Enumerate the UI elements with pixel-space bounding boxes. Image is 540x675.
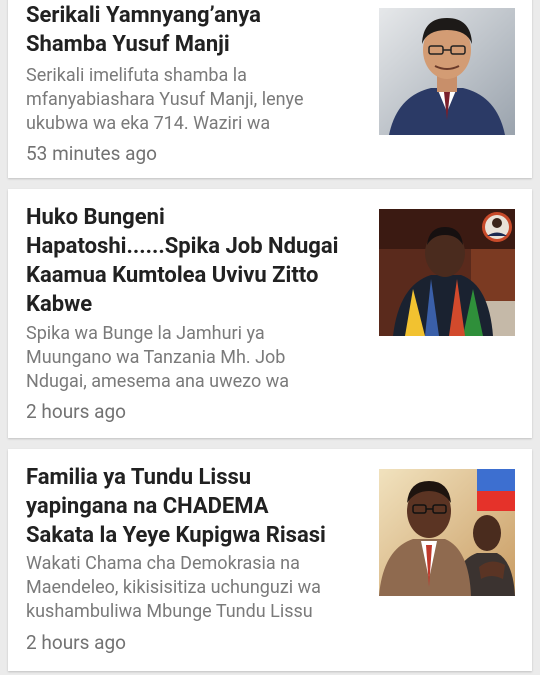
news-card[interactable]: Familia ya Tundu Lissu yapingana na CHAD… (8, 449, 532, 671)
news-card[interactable]: Huko Bungeni Hapatoshi......Spika Job Nd… (8, 189, 532, 438)
parliament-speaker-icon (379, 209, 515, 336)
article-snippet: Spika wa Bunge la Jamhuri ya Muungano wa… (26, 323, 290, 392)
article-snippet: Wakati Chama cha Demokrasia na Maendeleo… (26, 553, 321, 622)
portrait-man-suit-icon (379, 8, 515, 135)
article-snippet: Serikali imelifuta shamba la mfanyabiash… (26, 65, 304, 134)
news-feed: Serikali Yamnyang’anya Shamba Yusuf Manj… (0, 0, 540, 675)
politician-flag-icon (379, 469, 515, 596)
article-headline[interactable]: Serikali Yamnyang’anya Shamba Yusuf Manj… (26, 1, 371, 59)
article-timestamp: 2 hours ago (26, 631, 126, 654)
article-timestamp: 2 hours ago (26, 400, 126, 423)
article-headline[interactable]: Familia ya Tundu Lissu yapingana na CHAD… (26, 463, 371, 550)
news-card[interactable]: Serikali Yamnyang’anya Shamba Yusuf Manj… (8, 0, 532, 178)
article-thumbnail[interactable] (379, 209, 515, 336)
article-headline[interactable]: Huko Bungeni Hapatoshi......Spika Job Nd… (26, 203, 371, 319)
article-timestamp: 53 minutes ago (26, 142, 157, 165)
article-thumbnail[interactable] (379, 8, 515, 135)
article-thumbnail[interactable] (379, 469, 515, 596)
